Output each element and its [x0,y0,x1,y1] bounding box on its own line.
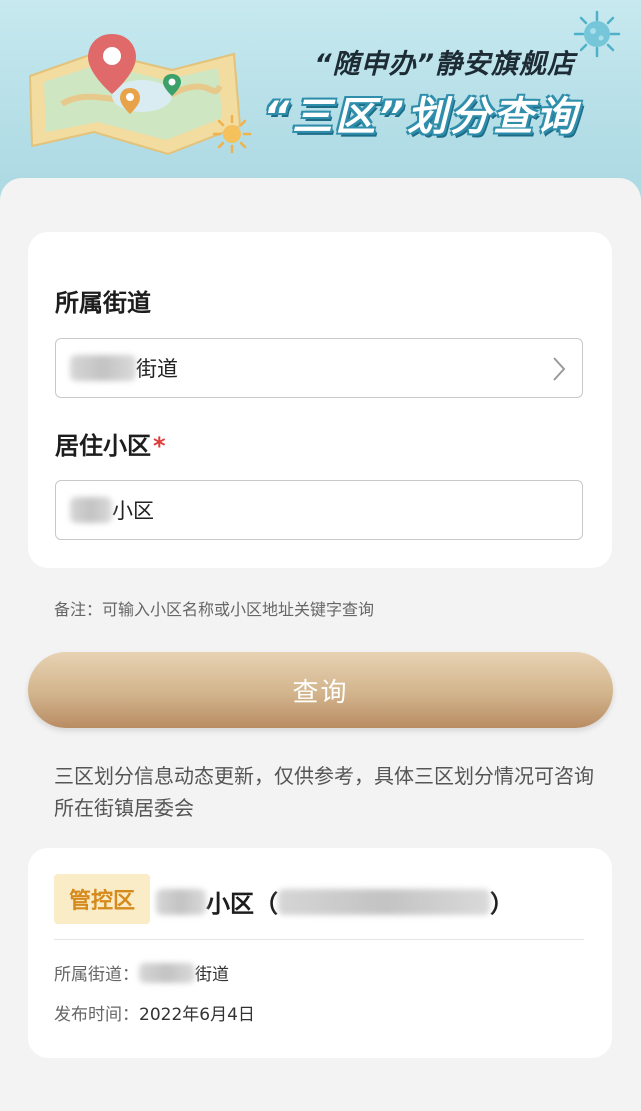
result-time-row: 发布时间： 2022年6月4日 [54,1000,255,1025]
divider [54,939,584,940]
street-select[interactable]: 街道 [55,338,583,398]
street-key: 所属街道： [54,965,139,985]
street-value: 街道 [195,965,229,985]
street-select-value: 街道 [136,357,178,381]
query-button[interactable]: 查询 [28,652,613,728]
redacted-community-name [70,497,112,523]
disclaimer-text: 三区划分信息动态更新，仅供参考，具体三区划分情况可咨询所在街镇居委会 [54,764,594,820]
redacted-street-name [139,962,195,983]
redacted-community-name [156,888,206,915]
result-title: 小区（ ） [156,884,514,919]
redacted-address [278,888,490,915]
chevron-right-icon [553,357,566,381]
community-input-value: 小区 [112,499,154,523]
community-label: 居住小区* [55,432,166,460]
banner-title: “三区”划分查询 [263,94,579,140]
time-key: 发布时间： [54,1005,139,1025]
main-sheet: 所属街道 街道 居住小区* 小区 备注：可输入小区名称或小区地址关键字查询 查询… [0,178,641,1111]
required-mark: * [153,432,166,460]
result-street-row: 所属街道： 街道 [54,960,229,985]
status-badge: 管控区 [54,874,150,924]
sun-icon [212,114,252,154]
result-card[interactable]: 管控区 小区（ ） 所属街道： 街道 发布时间： 2022年6月4日 [28,848,612,1058]
community-input[interactable]: 小区 [55,480,583,540]
map-illustration-icon [28,34,242,156]
street-label: 所属街道 [55,289,151,317]
query-form-card: 所属街道 街道 居住小区* 小区 [28,232,612,568]
search-note: 备注：可输入小区名称或小区地址关键字查询 [54,600,375,619]
virus-icon [573,10,621,58]
redacted-street-name [70,355,136,381]
publish-time: 2022年6月4日 [139,1005,255,1025]
banner-subtitle: “随申办”静安旗舰店 [314,49,575,80]
